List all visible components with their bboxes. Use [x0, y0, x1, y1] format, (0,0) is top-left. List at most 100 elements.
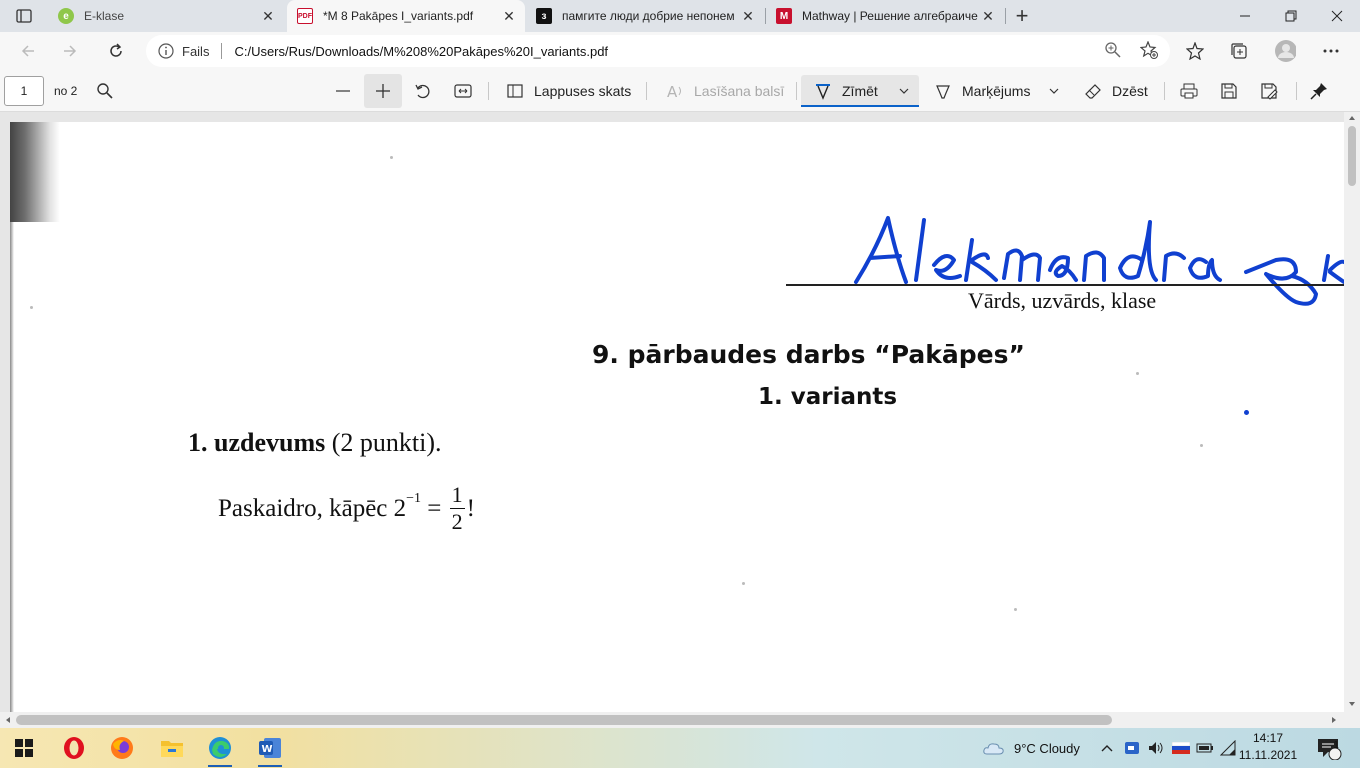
site-info-label[interactable]: Fails	[182, 44, 209, 59]
new-tab-button[interactable]: +	[1008, 3, 1036, 28]
print-icon[interactable]	[1180, 70, 1198, 112]
test-title: 9. pārbaudes darbs “Pakāpes”	[592, 340, 1025, 369]
forward-button[interactable]	[56, 37, 84, 65]
fraction: 1 2	[449, 482, 465, 533]
ink-dot	[1244, 410, 1249, 415]
scan-dot	[30, 306, 33, 309]
close-icon[interactable]: ✕	[738, 6, 758, 26]
vertical-scrollbar[interactable]	[1344, 112, 1360, 712]
highlight-options-chevron-down-icon[interactable]	[1048, 70, 1060, 112]
start-icon[interactable]	[2, 728, 46, 768]
scan-dot	[1014, 608, 1017, 611]
weather-widget[interactable]: 9°C Cloudy	[982, 728, 1080, 768]
scroll-down-icon[interactable]	[1348, 700, 1356, 708]
zoom-out-icon[interactable]	[334, 70, 352, 112]
svg-text:A: A	[667, 83, 678, 100]
eraser-icon	[1085, 84, 1101, 99]
refresh-button[interactable]	[102, 37, 130, 65]
scan-dot	[1136, 372, 1139, 375]
wifi-icon[interactable]	[1220, 728, 1236, 768]
pdf-viewport[interactable]: Vārds, uzvārds, klase 9. pārbaudes darbs…	[0, 112, 1344, 712]
volume-icon[interactable]	[1148, 728, 1164, 768]
tab-title: Mathway | Решение алгебраиче	[802, 9, 978, 23]
draw-options-chevron-down-icon[interactable]	[898, 70, 910, 112]
horizontal-scroll-thumb[interactable]	[16, 715, 1112, 725]
edge-icon[interactable]	[198, 728, 242, 768]
toolbar-separator	[796, 82, 797, 100]
save-as-icon[interactable]	[1260, 70, 1278, 112]
erase-button[interactable]: Dzēst	[1084, 70, 1148, 112]
weather-text: 9°C Cloudy	[1014, 740, 1080, 756]
save-icon[interactable]	[1220, 70, 1238, 112]
task-equals: =	[421, 494, 448, 522]
tab-pdf[interactable]: PDF *M 8 Pakāpes I_variants.pdf ✕	[287, 0, 525, 32]
task-points: (2 punkti).	[331, 428, 442, 457]
show-hidden-icons-icon[interactable]	[1100, 728, 1114, 768]
svg-text:W: W	[262, 744, 273, 755]
tab-znanija[interactable]: з памгите люди добрие непонем ✕	[526, 0, 764, 32]
test-variant: 1. variants	[758, 384, 898, 410]
page-number-input[interactable]: 1	[4, 76, 44, 106]
draw-icon	[816, 84, 830, 100]
scan-shadow	[10, 122, 60, 222]
find-icon[interactable]	[96, 70, 114, 112]
scroll-left-icon[interactable]	[4, 716, 12, 724]
task-suffix: !	[466, 494, 475, 522]
signature-line	[786, 284, 1344, 286]
fit-page-icon[interactable]	[454, 70, 472, 112]
info-icon[interactable]	[158, 43, 174, 59]
clock[interactable]: 14:17 11.11.2021	[1238, 730, 1298, 764]
favorites-icon[interactable]	[1184, 40, 1206, 62]
close-icon[interactable]: ✕	[499, 6, 519, 26]
erase-label: Dzēst	[1112, 83, 1148, 99]
page-view-button[interactable]: Lappuses skats	[506, 70, 631, 112]
close-icon[interactable]: ✕	[258, 6, 278, 26]
toolbar-separator	[1164, 82, 1165, 100]
restore-button[interactable]	[1268, 0, 1314, 32]
zoom-in-icon[interactable]	[364, 74, 402, 108]
back-button[interactable]	[14, 37, 42, 65]
signature-caption: Vārds, uzvārds, klase	[968, 288, 1157, 313]
file-explorer-icon[interactable]	[150, 728, 194, 768]
fraction-numerator: 1	[449, 482, 465, 509]
read-aloud-button[interactable]: A Lasīšana balsī	[666, 70, 784, 112]
minimize-button[interactable]	[1222, 0, 1268, 32]
horizontal-scrollbar[interactable]	[0, 712, 1344, 728]
url-text[interactable]: C:/Users/Rus/Downloads/M%208%20Pakāpes%2…	[234, 44, 608, 59]
more-icon[interactable]	[1320, 40, 1342, 62]
battery-icon[interactable]	[1196, 728, 1214, 768]
highlighter-icon	[936, 85, 950, 99]
tab-mathway[interactable]: M Mathway | Решение алгебраиче ✕	[766, 0, 1004, 32]
scroll-right-icon[interactable]	[1330, 716, 1338, 724]
add-favorite-icon[interactable]	[1140, 41, 1158, 59]
notification-count: 1	[1333, 740, 1339, 751]
vertical-scroll-thumb[interactable]	[1348, 126, 1356, 186]
firefox-icon[interactable]	[100, 728, 144, 768]
language-flag-icon[interactable]	[1172, 728, 1190, 768]
scan-edge	[10, 222, 14, 712]
toolbar-separator	[646, 82, 647, 100]
task-text-prefix: Paskaidro, kāpēc 2	[218, 494, 407, 522]
collections-icon[interactable]	[1228, 40, 1250, 62]
draw-button[interactable]: Zīmēt	[814, 70, 878, 112]
scroll-up-icon[interactable]	[1348, 114, 1356, 122]
tab-eklase[interactable]: e E-klase ✕	[48, 0, 284, 32]
opera-icon[interactable]	[52, 728, 96, 768]
task-heading: 1. uzdevums (2 punkti).	[188, 428, 442, 458]
cloud-icon	[983, 743, 1004, 755]
pin-toolbar-icon[interactable]	[1310, 70, 1328, 112]
mathway-icon: M	[776, 8, 792, 24]
close-icon[interactable]: ✕	[978, 6, 998, 26]
word-icon[interactable]: W	[248, 728, 292, 768]
tab-actions-icon[interactable]	[8, 4, 40, 28]
close-window-button[interactable]	[1314, 0, 1360, 32]
meeting-icon[interactable]	[1124, 728, 1140, 768]
highlight-button[interactable]: Marķējums	[934, 70, 1030, 112]
avatar[interactable]	[1274, 40, 1296, 62]
notifications-icon[interactable]: 1	[1316, 728, 1342, 768]
screen: e E-klase ✕ PDF *M 8 Pakāpes I_variants.…	[0, 0, 1360, 768]
rotate-icon[interactable]	[414, 70, 432, 112]
page-view-icon	[507, 84, 523, 98]
url-field[interactable]: Fails C:/Users/Rus/Downloads/M%208%20Pak…	[146, 35, 1170, 67]
zoom-icon[interactable]	[1104, 41, 1122, 59]
